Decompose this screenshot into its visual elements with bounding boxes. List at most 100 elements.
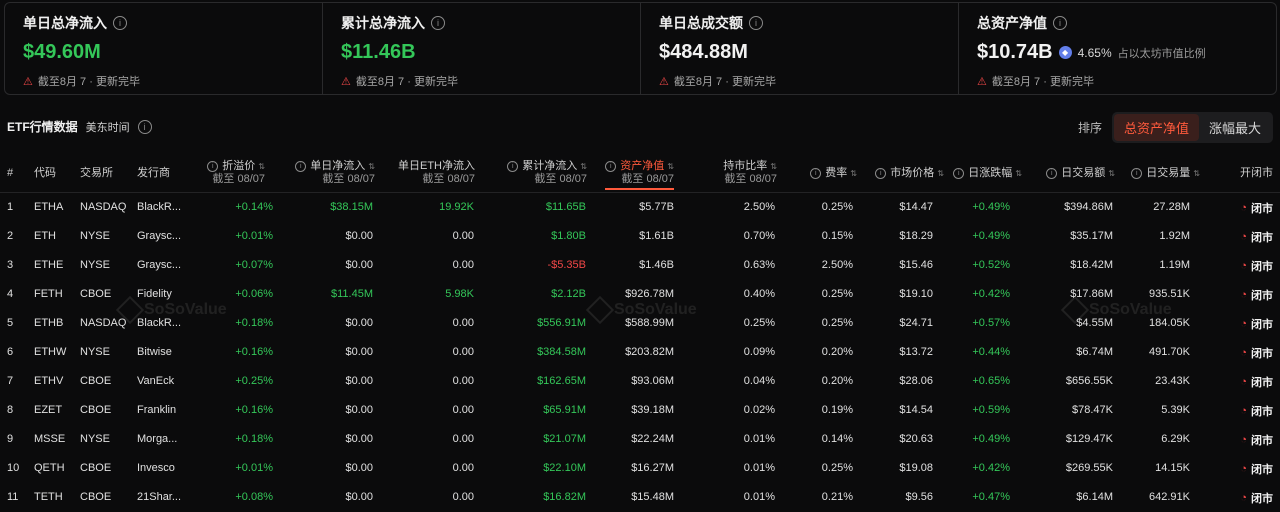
table-row[interactable]: 5 ETHB NASDAQ BlackR... +0.18% $0.00 0.00 $556.…	[0, 309, 1280, 338]
cell-fee: 0.25%	[821, 462, 853, 474]
table-row[interactable]: 2 ETH NYSE Graysc... +0.01% $0.00 0.00 $1.80B $1…	[0, 222, 1280, 251]
info-icon[interactable]: i	[113, 16, 127, 30]
table-row[interactable]: 8 EZET CBOE Franklin +0.16% $0.00 0.00 $65.91M $…	[0, 396, 1280, 425]
cell-volume: 5.39K	[1161, 404, 1190, 416]
market-status: ◔ 闭市	[1240, 258, 1273, 274]
cell-exchange: NYSE	[80, 346, 110, 358]
info-icon[interactable]: i	[431, 16, 445, 30]
col-cum-inflow[interactable]: i 累计净流入 ⇅ 截至 08/07	[507, 160, 587, 186]
card-daily-net-inflow: 单日总净流入 i $49.60M ⚠ 截至8月 7 · 更新完毕	[5, 3, 323, 94]
market-status-label: 闭市	[1251, 290, 1273, 302]
cell-code[interactable]: ETHE	[34, 259, 63, 271]
cell-exchange: NASDAQ	[80, 317, 127, 329]
sort-arrows-icon: ⇅	[770, 162, 777, 171]
cell-change: +0.65%	[972, 375, 1010, 387]
warning-icon: ⚠	[341, 75, 351, 88]
cell-daily-inflow: $0.00	[345, 375, 373, 387]
cell-code[interactable]: ETHW	[34, 346, 66, 358]
col-premium[interactable]: i 折溢价 ⇅ 截至 08/07	[207, 160, 265, 186]
cell-code[interactable]: ETHA	[34, 201, 63, 213]
cell-code[interactable]: MSSE	[34, 433, 65, 445]
cell-exchange: CBOE	[80, 404, 112, 416]
info-icon[interactable]: i	[137, 119, 152, 134]
cell-issuer: BlackR...	[137, 201, 182, 213]
card-value: $11.46B	[341, 41, 416, 63]
cell-nav: $588.99M	[625, 317, 674, 329]
cell-code[interactable]: ETHB	[34, 317, 63, 329]
market-status: ◔ 闭市	[1240, 374, 1273, 390]
cell-daily-eth-inflow: 5.98K	[445, 288, 474, 300]
table-row[interactable]: 1 ETHA NASDAQ BlackR... +0.14% $38.15M 19.92K $…	[0, 193, 1280, 222]
cell-premium: +0.14%	[235, 201, 273, 213]
cell-price: $20.63	[899, 433, 933, 445]
card-title: 单日总成交额	[659, 15, 743, 31]
sort-option-top-gainers[interactable]: 涨幅最大	[1199, 114, 1271, 141]
sort-option-nav[interactable]: 总资产净值	[1113, 114, 1199, 141]
cell-num: 8	[7, 404, 14, 416]
cell-exchange: NYSE	[80, 230, 110, 242]
col-share[interactable]: 持市比率 ⇅ 截至 08/07	[723, 160, 777, 186]
col-price[interactable]: i 市场价格 ⇅	[875, 167, 944, 180]
table-row[interactable]: 3 ETHE NYSE Graysc... +0.07% $0.00 0.00 -$5.35B…	[0, 251, 1280, 280]
cell-price: $28.06	[899, 375, 933, 387]
cell-change: +0.49%	[972, 230, 1010, 242]
cell-premium: +0.08%	[235, 491, 273, 503]
cell-daily-inflow: $0.00	[345, 462, 373, 474]
cell-issuer: Graysc...	[137, 230, 182, 242]
col-change[interactable]: i 日涨跌幅 ⇅	[953, 167, 1022, 180]
table-row[interactable]: 4 FETH CBOE Fidelity +0.06% $11.45M 5.98K $2.12…	[0, 280, 1280, 309]
eth-market-cap-pct: 4.65%	[1077, 45, 1112, 60]
col-volume-usd[interactable]: i 日交易额 ⇅	[1046, 167, 1115, 180]
info-icon: i	[207, 160, 219, 172]
col-nav[interactable]: i 资产净值 ⇅ 截至 08/07	[605, 160, 674, 190]
sort-arrows-icon: ⇅	[368, 162, 375, 171]
cell-code[interactable]: TETH	[34, 491, 63, 503]
card-title: 单日总净流入	[23, 15, 107, 31]
cell-code[interactable]: ETHV	[34, 375, 63, 387]
sort-arrows-icon: ⇅	[1015, 169, 1022, 178]
col-fee[interactable]: i 费率 ⇅	[810, 167, 857, 180]
cell-fee: 0.20%	[821, 346, 853, 358]
cell-fee: 0.21%	[821, 491, 853, 503]
cell-code[interactable]: EZET	[34, 404, 62, 416]
table-row[interactable]: 6 ETHW NYSE Bitwise +0.16% $0.00 0.00 $384.58M $…	[0, 338, 1280, 367]
cell-nav: $1.61B	[639, 230, 674, 242]
cell-num: 4	[7, 288, 14, 300]
market-status-label: 闭市	[1251, 435, 1273, 447]
cell-volume: 642.91K	[1149, 491, 1190, 503]
col-volume[interactable]: i 日交易量 ⇅	[1131, 167, 1200, 180]
cell-price: $9.56	[905, 491, 933, 503]
cell-share: 2.50%	[743, 201, 775, 213]
col-daily-eth-inflow[interactable]: 单日ETH净流入 截至 08/07	[398, 160, 475, 186]
cell-code[interactable]: ETH	[34, 230, 56, 242]
table-row[interactable]: 10 QETH CBOE Invesco +0.01% $0.00 0.00 $22.10M $…	[0, 454, 1280, 483]
cell-fee: 0.19%	[821, 404, 853, 416]
warning-icon: ⚠	[23, 75, 33, 88]
cell-change: +0.47%	[972, 491, 1010, 503]
cell-daily-inflow: $38.15M	[330, 201, 373, 213]
cell-cum-inflow: $16.82M	[543, 491, 586, 503]
summary-cards: 单日总净流入 i $49.60M ⚠ 截至8月 7 · 更新完毕 累计总净流入 i $…	[4, 2, 1277, 95]
market-status: ◔ 闭市	[1240, 345, 1273, 361]
info-icon: i	[1131, 167, 1143, 179]
cell-code[interactable]: QETH	[34, 462, 65, 474]
cell-num: 7	[7, 375, 14, 387]
table-row[interactable]: 11 TETH CBOE 21Shar... +0.08% $0.00 0.00 $16.82…	[0, 483, 1280, 512]
cell-nav: $1.46B	[639, 259, 674, 271]
col-num: #	[7, 167, 14, 179]
cell-cum-inflow: $21.07M	[543, 433, 586, 445]
cell-daily-inflow: $0.00	[345, 404, 373, 416]
cell-share: 0.01%	[743, 433, 775, 445]
cell-code[interactable]: FETH	[34, 288, 63, 300]
info-icon[interactable]: i	[1053, 16, 1067, 30]
table-row[interactable]: 9 MSSE NYSE Morga... +0.18% $0.00 0.00 $21.07M $…	[0, 425, 1280, 454]
col-daily-inflow[interactable]: i 单日净流入 ⇅ 截至 08/07	[295, 160, 375, 186]
cell-issuer: Invesco	[137, 462, 175, 474]
cell-volume-usd: $4.55M	[1076, 317, 1113, 329]
table-row[interactable]: 7 ETHV CBOE VanEck +0.25% $0.00 0.00 $162.65M $9…	[0, 367, 1280, 396]
market-status-label: 闭市	[1251, 203, 1273, 215]
cell-share: 0.01%	[743, 462, 775, 474]
cell-volume-usd: $656.55K	[1065, 375, 1113, 387]
market-status: ◔ 闭市	[1240, 461, 1273, 477]
info-icon[interactable]: i	[749, 16, 763, 30]
